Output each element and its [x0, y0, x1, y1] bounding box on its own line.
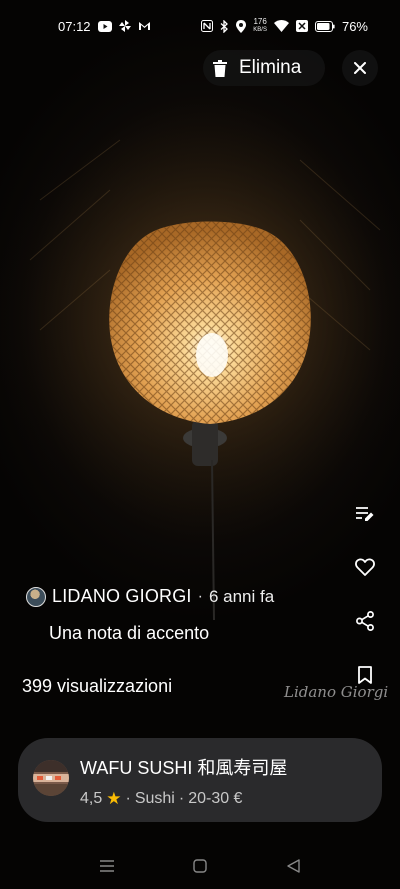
photo-watermark: Lidano Giorgi [284, 683, 389, 701]
photo-note: Una nota di accento [49, 623, 210, 643]
like-button[interactable] [348, 550, 382, 584]
gmail-icon [138, 22, 150, 30]
system-nav-bar [0, 846, 400, 886]
avatar[interactable] [26, 586, 46, 607]
meta-separator-2: · [178, 790, 185, 807]
back-triangle-icon [287, 859, 300, 873]
menu-icon [99, 860, 114, 872]
net-speed: 176 KB/S [253, 17, 267, 34]
place-card[interactable]: WAFU SUSHI 和風寿司屋 4,5 ★ · Sushi · 20-30 € [18, 738, 382, 822]
wifi-icon [273, 20, 289, 32]
home-square-icon [193, 859, 207, 873]
author-row[interactable]: LIDANO GIORGI · 6 anni fa [26, 586, 274, 607]
share-icon [356, 611, 374, 631]
status-left: 07:12 [58, 19, 151, 34]
trash-icon [213, 59, 227, 77]
view-count: 399 visualizzazioni [22, 676, 173, 696]
share-button[interactable] [348, 604, 382, 638]
place-category: Sushi [134, 790, 175, 807]
nfc-icon [201, 20, 214, 32]
close-icon [354, 62, 366, 74]
heart-icon [355, 558, 375, 576]
back-button[interactable] [283, 856, 303, 876]
place-price: 20-30 € [188, 790, 243, 807]
author-name[interactable]: LIDANO GIORGI [52, 586, 192, 607]
post-time: 6 anni fa [208, 586, 275, 606]
youtube-icon [97, 20, 112, 32]
author-separator: · [197, 587, 203, 605]
recents-button[interactable] [97, 856, 117, 876]
place-name: WAFU SUSHI 和風寿司屋 [80, 758, 288, 778]
meta-separator: · [125, 790, 131, 807]
delete-button[interactable]: Elimina [203, 50, 325, 86]
photo-viewer-screen: 07:12 176 KB/S 76% Elimina LIDANO GIORGI… [0, 0, 400, 889]
bluetooth-icon [220, 19, 229, 33]
star-icon: ★ [106, 789, 122, 808]
place-thumbnail-image [33, 760, 69, 796]
close-button[interactable] [342, 50, 378, 86]
delete-label: Elimina [239, 57, 302, 78]
status-right: 176 KB/S 76% [201, 18, 368, 34]
battery-icon [314, 20, 335, 32]
status-time: 07:12 [58, 18, 91, 34]
place-thumbnail [33, 760, 69, 796]
home-button[interactable] [190, 856, 210, 876]
pinwheel-icon [118, 20, 131, 32]
edit-caption-button[interactable] [348, 497, 382, 531]
edit-note-icon [356, 507, 374, 521]
sim-off-icon [295, 20, 308, 32]
place-rating: 4,5 [80, 790, 103, 807]
place-meta: 4,5 ★ · Sushi · 20-30 € [80, 789, 242, 809]
bookmark-icon [358, 666, 372, 684]
location-icon [236, 19, 247, 33]
status-bar: 07:12 176 KB/S 76% [0, 0, 400, 52]
battery-percent: 76% [341, 18, 368, 34]
